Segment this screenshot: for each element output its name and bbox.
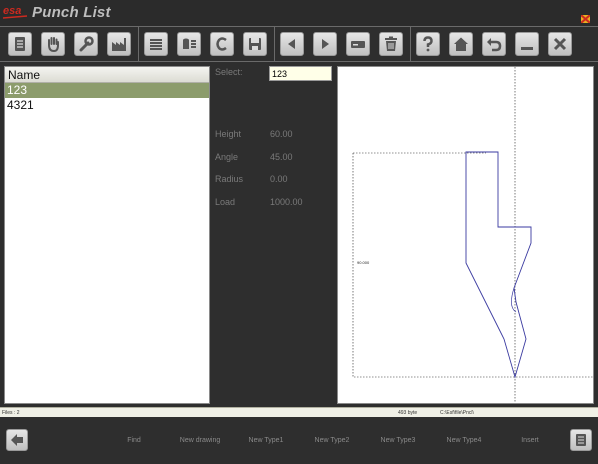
list-item[interactable]: 4321 [5, 98, 209, 113]
minimize-button[interactable] [515, 32, 539, 56]
toolbar [0, 26, 598, 62]
status-bar: Files : 2 493 byte C:\Esf\file\Pncl\ [0, 407, 598, 417]
punch-outline [465, 151, 532, 379]
load-label: Load [215, 197, 236, 207]
new-drawing-button[interactable]: New drawing [170, 437, 230, 444]
logo-text: esa [3, 5, 21, 17]
title-bar: esa Punch List [0, 0, 598, 26]
toolbar-separator [410, 27, 411, 61]
new-type1-button[interactable]: New Type1 [236, 437, 296, 444]
previous-button[interactable] [280, 32, 304, 56]
list-button[interactable] [144, 32, 168, 56]
page-title: Punch List [32, 4, 111, 21]
file-size: 493 byte [398, 410, 418, 416]
home-icon [454, 37, 468, 51]
field-icon [351, 41, 365, 48]
height-value: 60.00 [270, 129, 293, 139]
factory-icon [112, 38, 126, 51]
list-stack-icon [150, 39, 162, 50]
radius-label: Radius [215, 174, 244, 184]
angle-value: 45.00 [270, 152, 293, 162]
settings-button[interactable] [74, 32, 98, 56]
document-button[interactable] [8, 32, 32, 56]
boundary-box [352, 152, 593, 378]
list-item[interactable]: 123 [5, 83, 209, 98]
new-type4-button[interactable]: New Type4 [434, 437, 494, 444]
punch-list-window: esa Punch List Name 123 4321 Select: 123… [0, 0, 598, 464]
punch-profile-canvas: 90.000 [352, 67, 593, 403]
file-path: C:\Esf\file\Pncl\ [440, 410, 474, 416]
insert-button[interactable]: Insert [500, 437, 560, 444]
arrow-left-icon [288, 39, 295, 49]
menu-list-icon [576, 434, 586, 446]
field-button[interactable] [346, 32, 370, 56]
load-value: 1000.00 [270, 197, 303, 207]
flag-icon [581, 15, 590, 23]
angle-label: Angle [215, 152, 239, 162]
database-list-button[interactable] [177, 32, 201, 56]
next-button[interactable] [313, 32, 337, 56]
punch-list: Name 123 4321 [4, 66, 210, 404]
help-button[interactable] [416, 32, 440, 56]
find-button[interactable]: Find [104, 437, 164, 444]
dimension-label: 90.000 [357, 260, 370, 265]
punch-drawing: 90.000 [337, 66, 594, 404]
hand-button[interactable] [41, 32, 65, 56]
wrench-icon [79, 36, 94, 52]
undo-icon [487, 38, 502, 52]
c-button[interactable] [210, 32, 234, 56]
minimize-icon [521, 47, 533, 50]
new-type3-button[interactable]: New Type3 [368, 437, 428, 444]
close-icon [553, 37, 567, 51]
arrow-back-icon [11, 434, 23, 446]
database-list-icon [183, 38, 196, 49]
height-label: Height [215, 129, 242, 139]
radius-value: 0.00 [270, 174, 288, 184]
esa-logo: esa [2, 5, 28, 19]
new-type2-button[interactable]: New Type2 [302, 437, 362, 444]
factory-button[interactable] [107, 32, 131, 56]
c-letter-icon [216, 37, 227, 51]
save-icon [249, 38, 261, 50]
hand-icon [48, 37, 59, 52]
close-button[interactable] [548, 32, 572, 56]
save-button[interactable] [243, 32, 267, 56]
back-button[interactable] [6, 429, 28, 451]
trash-icon [385, 36, 397, 51]
select-input[interactable] [269, 66, 332, 81]
help-icon [423, 36, 433, 52]
select-label: Select: [215, 67, 243, 77]
toolbar-separator [274, 27, 275, 61]
file-count: Files : 2 [2, 410, 20, 416]
undo-button[interactable] [482, 32, 506, 56]
list-header-name[interactable]: Name [5, 67, 209, 83]
document-icon [15, 37, 25, 51]
toolbar-separator [138, 27, 139, 61]
home-button[interactable] [449, 32, 473, 56]
delete-button[interactable] [379, 32, 403, 56]
menu-button[interactable] [570, 429, 592, 451]
arrow-right-icon [322, 39, 329, 49]
